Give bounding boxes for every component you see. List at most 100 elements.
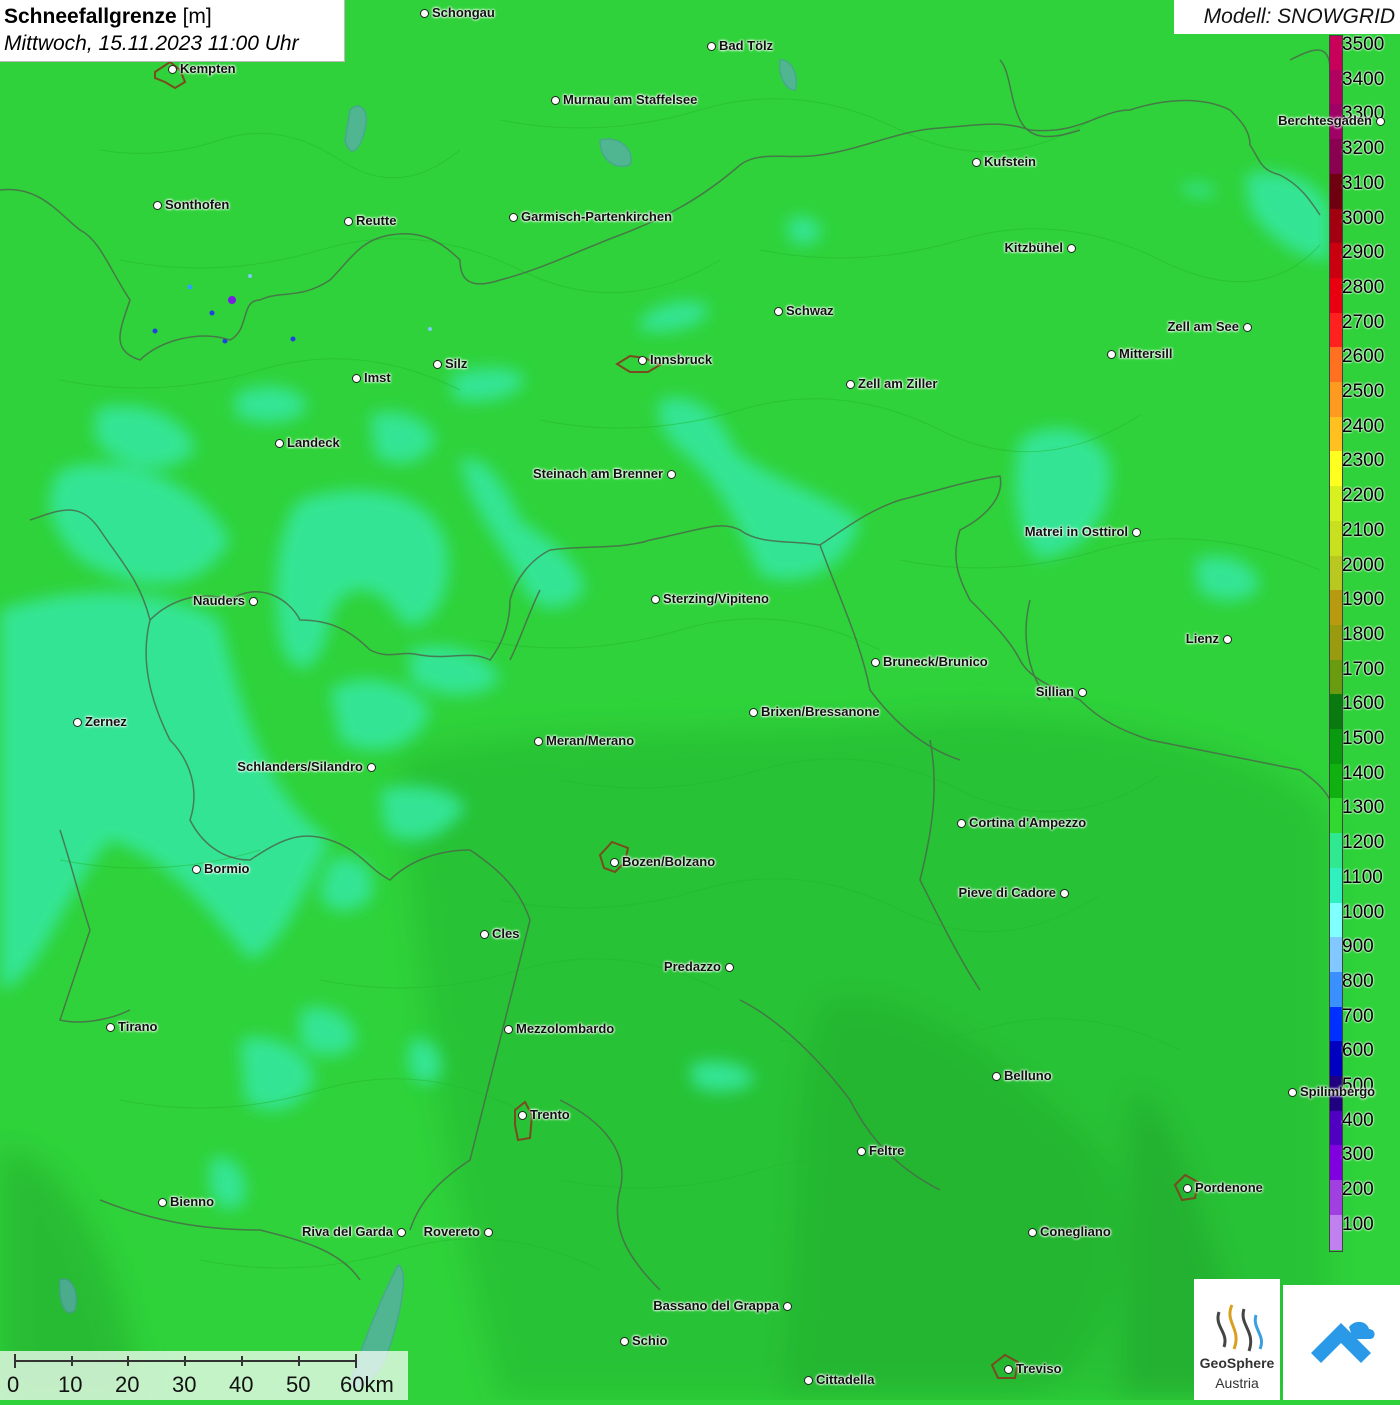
city-marker	[1288, 1088, 1297, 1097]
legend-label: 300	[1342, 1144, 1374, 1166]
city-label: Cles	[492, 926, 520, 941]
city-label: Kufstein	[984, 154, 1036, 169]
city-marker	[610, 858, 619, 867]
legend-label: 3100	[1342, 172, 1385, 194]
city-marker	[518, 1111, 527, 1120]
city-label: Sillian	[1035, 684, 1074, 699]
city-marker	[957, 819, 966, 828]
city-marker	[1132, 528, 1141, 537]
geosphere-logo-subtext: Austria	[1215, 1375, 1259, 1391]
city-label: Mezzolombardo	[516, 1021, 615, 1036]
legend-label: 400	[1342, 1109, 1374, 1131]
city-label: Riva del Garda	[301, 1224, 393, 1239]
city-marker	[871, 658, 880, 667]
city-label: Spilimbergo	[1300, 1084, 1376, 1099]
city-label: Matrei in Osttirol	[1024, 524, 1128, 539]
scale-tick-label: 50	[286, 1372, 311, 1397]
city-label: Zell am See	[1167, 319, 1239, 334]
legend-label: 2500	[1342, 381, 1385, 402]
city-label: Zernez	[85, 714, 127, 729]
city-label: Innsbruck	[650, 352, 713, 367]
scale-tick-label: 10	[58, 1372, 83, 1397]
legend-label: 2600	[1342, 346, 1385, 368]
city-marker	[344, 217, 353, 226]
legend-label: 600	[1342, 1040, 1374, 1062]
city-marker	[1107, 350, 1116, 359]
city-marker	[397, 1228, 406, 1237]
city-marker	[749, 708, 758, 717]
city-marker	[667, 470, 676, 479]
legend-label: 700	[1342, 1005, 1374, 1027]
city-marker	[1183, 1184, 1192, 1193]
city-marker	[420, 9, 429, 18]
city-marker	[168, 65, 177, 74]
legend-label: 800	[1342, 970, 1374, 992]
scale-tick-label: 20	[115, 1372, 140, 1397]
city-label: Rovereto	[423, 1224, 480, 1239]
city-label: Imst	[364, 370, 391, 385]
city-label: Landeck	[287, 435, 340, 450]
city-label: Bruneck/Brunico	[883, 654, 988, 669]
city-marker	[504, 1025, 513, 1034]
city-marker	[192, 865, 201, 874]
city-marker	[73, 718, 82, 727]
city-marker	[1028, 1228, 1037, 1237]
city-label: Sterzing/Vipiteno	[663, 591, 769, 606]
city-marker	[638, 356, 647, 365]
city-marker	[774, 307, 783, 316]
legend-label: 3000	[1342, 207, 1385, 229]
city-marker	[509, 213, 518, 222]
city-label: Brixen/Bressanone	[761, 704, 880, 719]
city-marker	[534, 737, 543, 746]
city-label: Pordenone	[1195, 1180, 1263, 1195]
legend-label: 1700	[1342, 658, 1385, 680]
city-marker	[1060, 889, 1069, 898]
legend-label: 2900	[1342, 242, 1385, 264]
city-marker	[1067, 244, 1076, 253]
city-label: Cortina d'Ampezzo	[969, 815, 1087, 830]
city-marker	[551, 96, 560, 105]
city-marker	[106, 1023, 115, 1032]
city-label: Tirano	[118, 1019, 158, 1034]
city-label: Garmisch-Partenkirchen	[521, 209, 673, 224]
city-label: Schlanders/Silandro	[237, 759, 363, 774]
legend-label: 1000	[1342, 901, 1385, 923]
scale-tick-label: 30	[172, 1372, 197, 1397]
map-title-box: Schneefallgrenze [m] Mittwoch, 15.11.202…	[0, 0, 345, 62]
scale-bar: 0 10 20 30 40 50 60km	[0, 1351, 408, 1400]
city-marker	[1223, 635, 1232, 644]
city-marker	[707, 42, 716, 51]
city-label: Steinach am Brenner	[532, 466, 663, 481]
legend-label: 1500	[1342, 728, 1385, 749]
legend-border	[1329, 35, 1343, 1252]
city-marker	[275, 439, 284, 448]
legend-label: 2700	[1342, 311, 1385, 333]
mountain-cloud-icon	[1311, 1321, 1375, 1363]
city-label: Bassano del Grappa	[653, 1298, 779, 1313]
city-label: Predazzo	[663, 959, 721, 974]
legend-label: 2000	[1342, 554, 1385, 576]
city-marker	[433, 360, 442, 369]
city-marker	[249, 597, 258, 606]
legend-label: 3200	[1342, 138, 1385, 160]
geosphere-logo-text: GeoSphere	[1199, 1355, 1275, 1371]
city-label: Nauders	[192, 593, 245, 608]
city-marker	[158, 1198, 167, 1207]
legend-label: 3400	[1342, 68, 1385, 90]
city-label: Silz	[445, 356, 468, 371]
map-title-unit: [m]	[182, 5, 212, 28]
legend-label: 2400	[1342, 415, 1385, 437]
city-marker	[1004, 1365, 1013, 1374]
city-marker	[620, 1337, 629, 1346]
city-label: Kitzbühel	[1004, 240, 1064, 255]
geosphere-logo[interactable]: GeoSphere Austria	[1194, 1279, 1280, 1400]
city-marker	[972, 158, 981, 167]
city-label: Meran/Merano	[546, 733, 635, 748]
city-marker	[367, 763, 376, 772]
legend-label: 1600	[1342, 693, 1385, 715]
city-label: Pieve di Cadore	[958, 885, 1056, 900]
city-label: Treviso	[1016, 1361, 1062, 1376]
city-label: Zell am Ziller	[858, 376, 938, 391]
city-label: Trento	[530, 1107, 570, 1122]
weather-app-logo[interactable]	[1283, 1285, 1400, 1400]
